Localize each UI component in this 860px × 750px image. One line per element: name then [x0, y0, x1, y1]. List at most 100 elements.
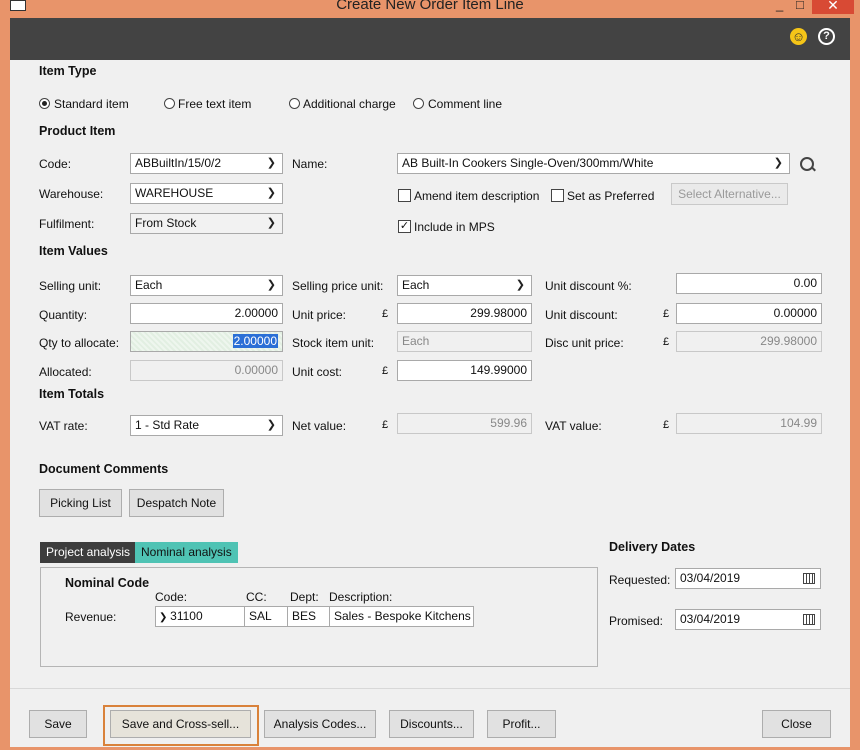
- additional-charge-label: Additional charge: [303, 97, 396, 111]
- cc-field[interactable]: SAL: [244, 606, 288, 627]
- promised-date-input[interactable]: 03/04/2019: [675, 609, 821, 630]
- name-label: Name:: [292, 157, 328, 171]
- code-select[interactable]: ABBuiltIn/15/0/2 ❯: [130, 153, 283, 174]
- delivery-dates-heading: Delivery Dates: [609, 540, 696, 554]
- radio-comment-line[interactable]: [413, 98, 424, 109]
- name-select[interactable]: AB Built-In Cookers Single-Oven/300mm/Wh…: [397, 153, 790, 174]
- footer-bar: Save Save and Cross-sell... Analysis Cod…: [10, 688, 850, 747]
- vat-rate-select[interactable]: 1 - Std Rate ❯: [130, 415, 283, 436]
- minimize-button[interactable]: _: [776, 0, 783, 14]
- profit-button[interactable]: Profit...: [487, 710, 556, 738]
- dialog-body: Item Type Standard item Free text item A…: [10, 60, 850, 747]
- allocated-field: 0.00000: [130, 360, 283, 381]
- amend-description-label: Amend item description: [414, 189, 540, 203]
- requested-date-value: 03/04/2019: [680, 571, 741, 585]
- unit-discount-input[interactable]: 0.00000: [676, 303, 822, 324]
- qty-allocate-value: 2.00000: [232, 334, 278, 348]
- select-alternative-button[interactable]: Select Alternative...: [671, 183, 788, 205]
- disc-unit-price-field: 299.98000: [676, 331, 822, 352]
- title-bar: Create New Order Item Line _ □ ✕: [0, 0, 860, 18]
- unit-discount-pct-input[interactable]: 0.00: [676, 273, 822, 294]
- net-value-field: 599.96: [397, 413, 532, 434]
- chevron-down-icon: ❯: [266, 187, 276, 199]
- warehouse-label: Warehouse:: [39, 187, 104, 201]
- close-window-button[interactable]: ✕: [812, 0, 854, 14]
- picking-list-button[interactable]: Picking List: [39, 489, 122, 517]
- promised-date-value: 03/04/2019: [680, 612, 741, 626]
- selling-price-unit-label: Selling price unit:: [292, 279, 384, 293]
- product-item-heading: Product Item: [39, 124, 116, 138]
- chevron-down-icon: ❯: [266, 419, 276, 431]
- analysis-codes-button[interactable]: Analysis Codes...: [264, 710, 376, 738]
- set-preferred-checkbox[interactable]: [551, 189, 564, 202]
- requested-date-input[interactable]: 03/04/2019: [675, 568, 821, 589]
- selling-unit-select[interactable]: Each ❯: [130, 275, 283, 296]
- calendar-icon[interactable]: [803, 614, 815, 625]
- unit-cost-input[interactable]: 149.99000: [397, 360, 532, 381]
- fulfilment-label: Fulfilment:: [39, 217, 95, 231]
- fulfilment-select[interactable]: From Stock ❯: [130, 213, 283, 234]
- chevron-down-icon: ❯: [266, 279, 276, 291]
- qty-allocate-input[interactable]: 2.00000: [130, 331, 283, 352]
- save-cross-sell-button[interactable]: Save and Cross-sell...: [110, 710, 251, 738]
- selling-unit-label: Selling unit:: [39, 279, 102, 293]
- stock-item-unit-field: Each: [397, 331, 532, 352]
- code-label: Code:: [39, 157, 72, 171]
- item-values-heading: Item Values: [39, 244, 108, 258]
- search-icon[interactable]: [800, 157, 814, 171]
- set-preferred-label: Set as Preferred: [567, 189, 655, 203]
- radio-additional-charge[interactable]: [289, 98, 300, 109]
- selling-price-unit-select[interactable]: Each ❯: [397, 275, 532, 296]
- requested-label: Requested:: [609, 573, 671, 587]
- chevron-down-icon: ❯: [266, 217, 276, 229]
- smiley-icon[interactable]: ☺: [790, 28, 807, 45]
- include-mps-label: Include in MPS: [414, 220, 495, 234]
- include-mps-checkbox[interactable]: ✓: [398, 220, 411, 233]
- currency-symbol: £: [663, 336, 670, 348]
- dept-field[interactable]: BES: [287, 606, 330, 627]
- currency-symbol: £: [663, 419, 670, 431]
- currency-symbol: £: [382, 365, 389, 377]
- radio-standard-item[interactable]: [39, 98, 50, 109]
- calendar-icon[interactable]: [803, 573, 815, 584]
- qty-allocate-label: Qty to allocate:: [39, 336, 120, 350]
- dept-column-header: Dept:: [290, 590, 319, 604]
- vat-value-label: VAT value:: [545, 419, 602, 433]
- window-title: Create New Order Item Line: [336, 0, 524, 13]
- close-button[interactable]: Close: [762, 710, 831, 738]
- description-field[interactable]: Sales - Bespoke Kitchens: [329, 606, 474, 627]
- currency-symbol: £: [382, 419, 389, 431]
- despatch-note-button[interactable]: Despatch Note: [129, 489, 224, 517]
- description-column-header: Description:: [329, 590, 393, 604]
- selling-unit-value: Each: [135, 278, 163, 292]
- allocated-label: Allocated:: [39, 365, 92, 379]
- nominal-code-select[interactable]: ❯ 31100: [155, 606, 245, 627]
- help-icon[interactable]: ?: [818, 28, 835, 45]
- header-bar: ☺ ?: [10, 18, 850, 60]
- unit-price-label: Unit price:: [292, 308, 347, 322]
- tab-project-analysis[interactable]: Project analysis: [40, 542, 137, 563]
- chevron-down-icon: ❯: [159, 612, 171, 623]
- fulfilment-value: From Stock: [135, 216, 197, 230]
- code-value: ABBuiltIn/15/0/2: [135, 156, 222, 170]
- cc-column-header: CC:: [246, 590, 267, 604]
- stock-item-unit-label: Stock item unit:: [292, 336, 375, 350]
- discounts-button[interactable]: Discounts...: [389, 710, 474, 738]
- free-text-item-label: Free text item: [178, 97, 252, 111]
- tab-nominal-analysis[interactable]: Nominal analysis: [135, 542, 238, 563]
- currency-symbol: £: [382, 308, 389, 320]
- radio-free-text-item[interactable]: [164, 98, 175, 109]
- save-button[interactable]: Save: [29, 710, 87, 738]
- comment-line-label: Comment line: [428, 97, 503, 111]
- name-value: AB Built-In Cookers Single-Oven/300mm/Wh…: [402, 156, 654, 170]
- unit-price-input[interactable]: 299.98000: [397, 303, 532, 324]
- amend-description-checkbox[interactable]: [398, 189, 411, 202]
- warehouse-select[interactable]: WAREHOUSE ❯: [130, 183, 283, 204]
- quantity-input[interactable]: 2.00000: [130, 303, 283, 324]
- chevron-down-icon: ❯: [773, 157, 783, 169]
- window-frame: Create New Order Item Line _ □ ✕ ☺ ? Ite…: [0, 0, 860, 750]
- currency-symbol: £: [663, 308, 670, 320]
- unit-discount-pct-label: Unit discount %:: [545, 279, 632, 293]
- maximize-button[interactable]: □: [796, 0, 804, 14]
- vat-rate-label: VAT rate:: [39, 419, 88, 433]
